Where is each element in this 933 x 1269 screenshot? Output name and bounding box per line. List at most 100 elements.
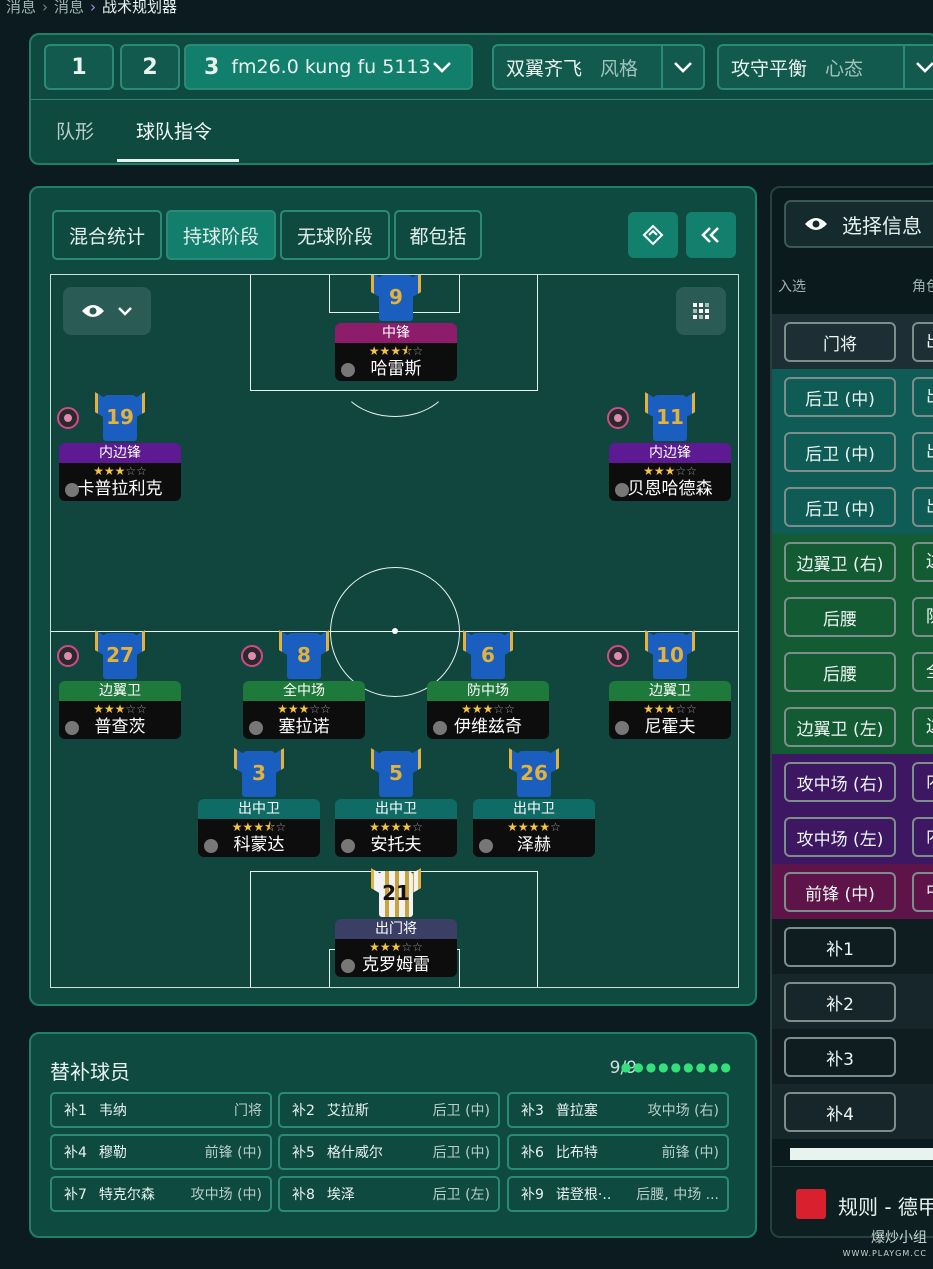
position-button[interactable]: 后卫 (中)	[784, 432, 896, 472]
substitute-item[interactable]: 补8 埃泽 后卫 (左)	[278, 1176, 500, 1212]
position-button[interactable]: 补2	[784, 982, 896, 1022]
player-info: 全中场 ★★★☆☆ 塞拉诺	[243, 681, 365, 739]
column-header-selected[interactable]: 入选	[778, 276, 806, 296]
eye-icon	[805, 218, 827, 230]
substitute-item[interactable]: 补1 韦纳 门将	[50, 1092, 272, 1128]
sub-role: 攻中场 (中)	[190, 1187, 262, 1203]
position-button[interactable]: 补1	[784, 927, 896, 967]
substitute-item[interactable]: 补6 比布特 前锋 (中)	[507, 1134, 729, 1170]
role-button[interactable]: 内	[912, 817, 933, 857]
player-card[interactable]: 8 全中场 ★★★☆☆ 塞拉诺	[241, 630, 365, 739]
substitute-item[interactable]: 补9 诺登根·.. 后腰, 中场 ...	[507, 1176, 729, 1212]
substitute-item[interactable]: 补5 格什威尔 后卫 (中)	[278, 1134, 500, 1170]
avatar-icon	[341, 839, 355, 853]
position-button[interactable]: 前锋 (中)	[784, 872, 896, 912]
player-card[interactable]: 3 出中卫 ★★★⯪☆ 科蒙达	[198, 748, 320, 857]
mentality-dropdown[interactable]: 攻守平衡 心态	[717, 44, 933, 90]
shirt-icon: 19	[95, 392, 145, 441]
substitute-item[interactable]: 补7 特克尔森 攻中场 (中)	[50, 1176, 272, 1212]
tactic-slot-3-dropdown[interactable]: 3 fm26.0 kung fu 5113	[184, 44, 473, 90]
role-button[interactable]: 防	[912, 597, 933, 637]
player-role: 出门将	[335, 919, 457, 939]
tab-in-possession[interactable]: 持球阶段	[166, 210, 276, 260]
breadcrumb-item-1[interactable]: 消息	[6, 0, 36, 16]
role-button[interactable]: 内	[912, 762, 933, 802]
visibility-toggle[interactable]	[63, 287, 151, 335]
shirt-icon: 27	[95, 630, 145, 679]
avatar-icon	[479, 839, 493, 853]
collapse-panel-icon[interactable]	[686, 212, 736, 258]
tab-mixed-stats[interactable]: 混合统计	[52, 210, 162, 260]
select-info-label: 选择信息	[842, 213, 922, 238]
position-button[interactable]: 补3	[784, 1037, 896, 1077]
player-card[interactable]: 27 边翼卫 ★★★☆☆ 普查茨	[57, 630, 181, 739]
substitute-item[interactable]: 补4 穆勒 前锋 (中)	[50, 1134, 272, 1170]
role-button[interactable]: 出	[912, 322, 933, 362]
mentality-dropdown-toggle[interactable]	[903, 46, 933, 88]
swap-icon[interactable]	[628, 212, 678, 258]
tab-team-instructions[interactable]: 球队指令	[136, 117, 212, 144]
position-button[interactable]: 门将	[784, 322, 896, 362]
shirt-number: 21	[382, 881, 410, 905]
position-button[interactable]: 边翼卫 (右)	[784, 542, 896, 582]
player-card[interactable]: 10 边翼卫 ★★★☆☆ 尼霍夫	[607, 630, 731, 739]
position-button[interactable]: 后卫 (中)	[784, 377, 896, 417]
rules-label: 规则 - 德甲	[838, 1195, 933, 1219]
tactic-slot-1-button[interactable]: 1	[44, 44, 114, 90]
role-button[interactable]: 出	[912, 487, 933, 527]
shirt-number: 9	[389, 285, 403, 309]
centre-spot	[392, 628, 398, 634]
position-button[interactable]: 补4	[784, 1092, 896, 1132]
player-card[interactable]: 19 内边锋 ★★★☆☆ 卡普拉利克	[57, 392, 181, 501]
horizontal-scrollbar[interactable]	[790, 1148, 933, 1160]
position-button[interactable]: 后腰	[784, 597, 896, 637]
player-card[interactable]: 21 出门将 ★★★☆☆ 克罗姆雷	[335, 868, 457, 977]
grid-view-icon[interactable]	[676, 287, 726, 335]
tab-both[interactable]: 都包括	[394, 210, 482, 260]
role-button[interactable]: 边	[912, 542, 933, 582]
substitute-item[interactable]: 补2 艾拉斯 后卫 (中)	[278, 1092, 500, 1128]
watermark: 爆炒小组 WWW.PLAYGM.CC	[843, 1231, 927, 1261]
position-button[interactable]: 后腰	[784, 652, 896, 692]
rules-bar[interactable]: 规则 - 德甲	[772, 1166, 933, 1236]
eye-icon	[82, 305, 104, 317]
avatar-icon	[204, 839, 218, 853]
player-card[interactable]: 5 出中卫 ★★★★☆ 安托夫	[335, 748, 457, 857]
player-info: 出中卫 ★★★★☆ 泽赫	[473, 799, 595, 857]
player-info: 边翼卫 ★★★☆☆ 普查茨	[59, 681, 181, 739]
selection-row: 前锋 (中) 中	[772, 864, 933, 919]
tactic-slot-2-button[interactable]: 2	[120, 44, 180, 90]
tab-out-of-possession[interactable]: 无球阶段	[280, 210, 390, 260]
player-card[interactable]: 11 内边锋 ★★★☆☆ 贝恩哈德森	[607, 392, 731, 501]
position-button[interactable]: 后卫 (中)	[784, 487, 896, 527]
tactic-slot-number: 2	[142, 54, 158, 80]
tab-formation[interactable]: 队形	[56, 117, 94, 144]
position-button[interactable]: 攻中场 (左)	[784, 817, 896, 857]
sub-role: 后腰, 中场 ...	[636, 1187, 719, 1203]
player-card[interactable]: 9 中锋 ★★★⯪☆ 哈雷斯	[335, 275, 457, 381]
column-header-role[interactable]: 角色	[912, 276, 933, 296]
role-button[interactable]: 全	[912, 652, 933, 692]
selection-row: 后腰防	[772, 589, 933, 644]
substitute-item[interactable]: 补3 普拉塞 攻中场 (右)	[507, 1092, 729, 1128]
player-card[interactable]: 6 防中场 ★★★☆☆ 伊维兹奇	[427, 630, 549, 739]
sub-slot: 补5	[292, 1145, 315, 1161]
player-card[interactable]: 26 出中卫 ★★★★☆ 泽赫	[473, 748, 595, 857]
role-button[interactable]: 中	[912, 872, 933, 912]
role-rating-stars: ★★★☆☆	[643, 464, 697, 478]
player-info: 出中卫 ★★★⯪☆ 科蒙达	[198, 799, 320, 857]
style-dropdown-toggle[interactable]	[661, 46, 703, 88]
style-dropdown[interactable]: 双翼齐飞 风格	[492, 44, 705, 90]
shirt-icon: 8	[279, 630, 329, 679]
sub-slot: 补2	[292, 1103, 315, 1119]
tactic-slot-number: 1	[71, 54, 87, 80]
role-button[interactable]: 出	[912, 432, 933, 472]
position-button[interactable]: 边翼卫 (左)	[784, 707, 896, 747]
sub-name: 埃泽	[326, 1187, 355, 1203]
role-button[interactable]: 边	[912, 707, 933, 747]
divider	[31, 99, 933, 100]
breadcrumb-item-2[interactable]: 消息	[54, 0, 84, 16]
role-button[interactable]: 出	[912, 377, 933, 417]
select-info-button[interactable]: 选择信息	[784, 200, 933, 248]
position-button[interactable]: 攻中场 (右)	[784, 762, 896, 802]
